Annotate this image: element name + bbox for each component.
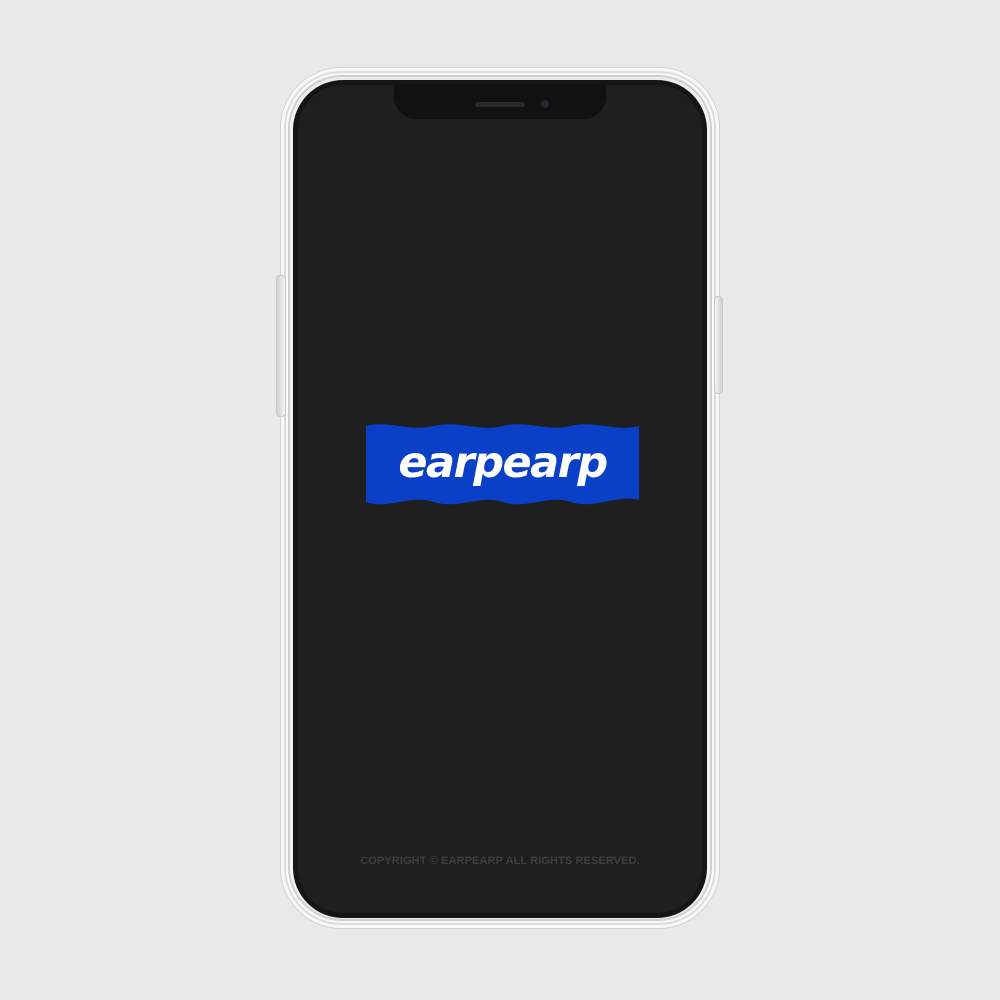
speaker-grille-icon xyxy=(475,102,525,107)
volume-button xyxy=(276,275,286,417)
power-button xyxy=(714,296,723,394)
front-camera-icon xyxy=(541,100,549,108)
earpearp-logo: earpearp xyxy=(366,422,639,509)
product-photo: earpearp COPYRIGHT © EARPEARP ALL RIGHTS… xyxy=(0,0,1000,1000)
logo-text: earpearp xyxy=(398,438,608,488)
copyright-text: COPYRIGHT © EARPEARP ALL RIGHTS RESERVED… xyxy=(360,855,640,867)
